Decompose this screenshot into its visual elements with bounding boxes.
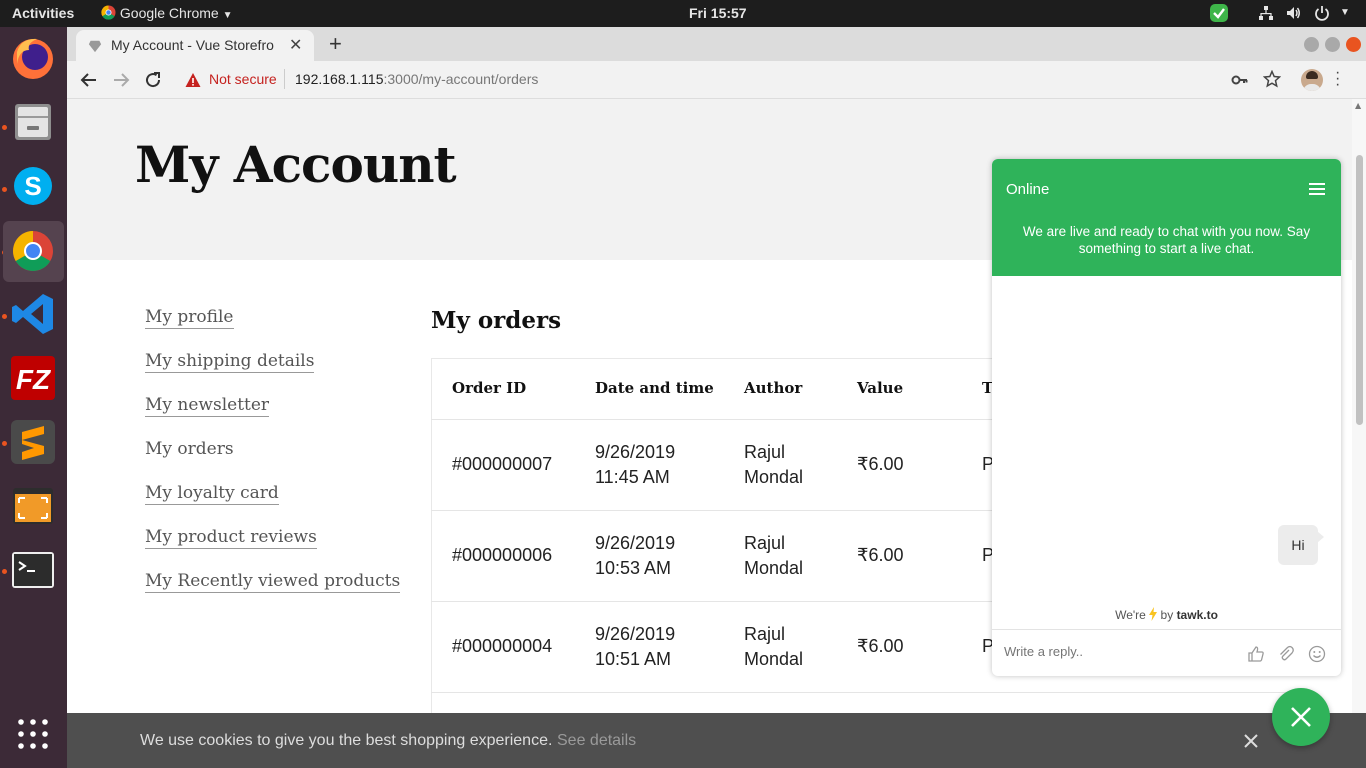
volume-icon[interactable] [1285,5,1301,24]
nav-my-newsletter[interactable]: My newsletter [145,395,270,417]
chat-toggle-button[interactable] [1272,688,1330,746]
nav-my-shipping-details[interactable]: My shipping details [145,351,315,373]
order-datetime: 9/26/2019 10:51 AM [595,600,744,692]
key-icon[interactable] [1231,71,1249,89]
nav-my-recently-viewed-products[interactable]: My Recently viewed products [145,571,401,593]
security-label[interactable]: Not secure [209,71,277,87]
section-title: My orders [431,307,562,334]
chrome-icon [101,5,116,20]
chat-message-bubble: Hi [1278,525,1324,565]
attachment-icon[interactable] [1277,645,1295,663]
nav-my-loyalty-card[interactable]: My loyalty card [145,483,279,505]
tawk-branding[interactable]: We're by tawk.to [992,607,1341,622]
page-scrollbar[interactable]: ▲ [1352,99,1366,768]
scrollbar-thumb[interactable] [1356,155,1363,425]
order-value: ₹6.00 [857,600,982,692]
nav-my-orders[interactable]: My orders [145,439,234,460]
minimize-icon[interactable] [1304,37,1319,52]
network-icon[interactable] [1258,5,1274,24]
order-author: Rajul Mondal [744,600,857,692]
nav-my-profile[interactable]: My profile [145,307,234,329]
terminal-icon[interactable] [9,546,57,594]
activities-button[interactable]: Activities [12,5,74,21]
filezilla-icon[interactable]: FZ [9,354,57,402]
vscode-icon[interactable] [9,290,57,338]
app-menu[interactable]: Google Chrome ▼ [101,5,233,21]
back-icon[interactable] [80,71,98,89]
page-content: My Account My profile My shipping detail… [67,99,1366,768]
files-icon[interactable] [9,98,57,146]
column-header: Date and time [595,379,714,398]
app-name: Google Chrome [119,5,219,21]
emoji-icon[interactable] [1308,645,1326,663]
tab-close-icon[interactable]: ✕ [289,35,302,55]
menu-kebab-icon[interactable]: · · · [1335,65,1340,93]
close-window-icon[interactable] [1346,37,1361,52]
new-tab-icon[interactable]: + [329,31,342,57]
order-author: Rajul Mondal [744,509,857,601]
order-datetime: 9/26/2019 11:45 AM [595,418,744,510]
tab-active[interactable]: My Account - Vue Storefro ✕ [76,30,314,61]
address-bar[interactable]: 192.168.1.115:3000/my-account/orders [295,71,538,87]
dock: S FZ [0,27,67,768]
chevron-down-icon: ▼ [222,10,233,21]
chat-input-area [992,629,1341,676]
chat-status: Online [1006,181,1050,198]
tab-title: My Account - Vue Storefro [111,37,274,53]
vue-storefront-favicon [88,40,102,53]
page-title: My Account [135,135,457,194]
url-path: :3000/my-account/orders [383,71,539,87]
close-icon [1291,707,1311,727]
profile-avatar[interactable] [1301,69,1323,91]
chrome-dock-icon[interactable] [3,221,64,282]
forward-icon[interactable] [112,71,130,89]
chat-intro: We are live and ready to chat with you n… [1022,224,1311,256]
tab-strip: My Account - Vue Storefro ✕ + [67,27,1366,61]
cookie-message: We use cookies to give you the best shop… [140,732,553,749]
toolbar: Not secure 192.168.1.115:3000/my-account… [67,61,1366,99]
order-value: ₹6.00 [857,509,982,601]
bookmark-star-icon[interactable] [1263,70,1281,88]
chat-menu-icon[interactable] [1309,182,1325,196]
svg-text:FZ: FZ [16,364,51,395]
show-applications-icon[interactable] [9,710,57,758]
url-divider [284,69,285,89]
sublime-text-icon[interactable] [9,418,57,466]
order-id: #000000007 [431,418,595,510]
svg-text:S: S [24,171,41,201]
column-header: Author [744,379,803,398]
url-host: 192.168.1.115 [295,71,384,87]
cookie-close-icon[interactable] [1243,733,1259,749]
screenshot-tool-icon[interactable] [9,482,57,530]
clock[interactable]: Fri 15:57 [689,5,747,21]
warning-icon[interactable] [185,72,201,88]
chat-header: Online We are live and ready to chat wit… [992,159,1341,276]
skype-icon[interactable]: S [9,162,57,210]
lightning-icon [1149,607,1158,621]
firefox-icon[interactable] [9,34,57,82]
chat-widget: Online We are live and ready to chat wit… [992,159,1341,676]
order-author: Rajul Mondal [744,418,857,510]
chat-reply-input[interactable] [1004,644,1224,659]
cookie-details-link[interactable]: See details [557,732,636,750]
nav-my-product-reviews[interactable]: My product reviews [145,527,317,549]
system-menu-chevron-icon[interactable]: ▼ [1340,7,1350,18]
maximize-icon[interactable] [1325,37,1340,52]
system-top-bar: Activities Google Chrome ▼ Fri 15:57 ▼ [0,0,1366,27]
power-icon[interactable] [1314,5,1330,24]
order-id: #000000006 [431,509,595,601]
column-header: Order ID [452,379,527,398]
order-value: ₹6.00 [857,418,982,510]
column-header: Value [857,379,904,398]
cookie-banner: We use cookies to give you the best shop… [67,713,1366,768]
reload-icon[interactable] [144,71,162,89]
order-datetime: 9/26/2019 10:53 AM [595,509,744,601]
thumbs-up-icon[interactable] [1247,645,1265,663]
order-id: #000000004 [431,600,595,692]
update-shield-icon[interactable] [1209,3,1229,26]
browser-window: My Account - Vue Storefro ✕ + Not secure… [67,27,1366,768]
